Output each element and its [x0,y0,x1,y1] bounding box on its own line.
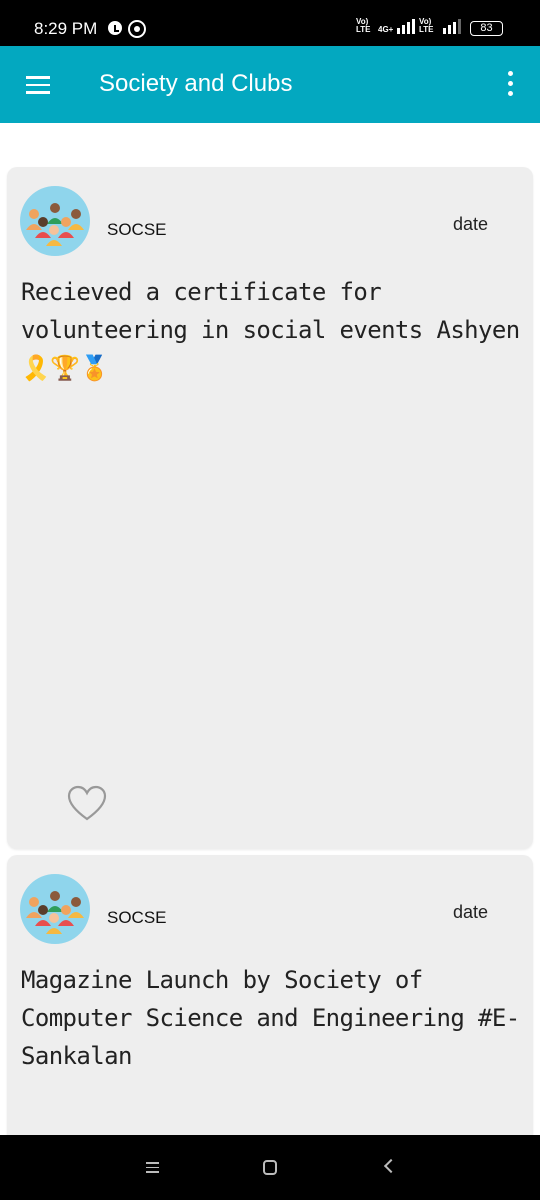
post-date: date [453,902,489,922]
signal-icon: Vo) LTE 4G+ [356,17,416,34]
signal-icon-2: Vo) LTE [419,18,461,34]
network-type: 4G+ [378,25,394,34]
heart-outline-icon[interactable] [67,785,107,823]
network-label-2: Vo) LTE [419,17,434,34]
status-bar: 8:29 PM Vo) LTE 4G+ Vo) LTE 83 [0,0,540,46]
recent-apps-icon[interactable] [146,1162,159,1173]
page-title: Society and Clubs [99,70,293,97]
post-card[interactable]: SOCSE date Magazine Launch by Society of… [7,855,533,1155]
whatsapp-icon [128,20,146,38]
battery-level: 83 [480,22,493,34]
alarm-icon [108,21,122,35]
nav-bar [0,1135,540,1200]
post-card[interactable]: SOCSE date Recieved a certificate for vo… [7,167,533,849]
group-icon [26,891,84,934]
more-vertical-icon[interactable] [506,71,514,99]
back-icon[interactable] [383,1158,399,1174]
post-text: Magazine Launch by Society of Computer S… [21,966,520,1070]
status-time: 8:29 PM [34,19,98,38]
post-author: SOCSE [107,908,167,927]
network-label-1: Vo) LTE [356,17,371,34]
app-bar: Society and Clubs [0,46,540,123]
group-icon [26,203,84,246]
hamburger-menu-icon[interactable] [26,76,50,94]
home-icon[interactable] [263,1160,277,1175]
post-date: date [453,214,489,234]
post-author: SOCSE [107,220,167,239]
post-text: Recieved a certificate for volunteering … [21,278,520,382]
screen: 8:29 PM Vo) LTE 4G+ Vo) LTE 83 Society a… [0,0,540,1200]
avatar [20,186,90,256]
avatar [20,874,90,944]
battery-icon: 83 [470,21,503,36]
